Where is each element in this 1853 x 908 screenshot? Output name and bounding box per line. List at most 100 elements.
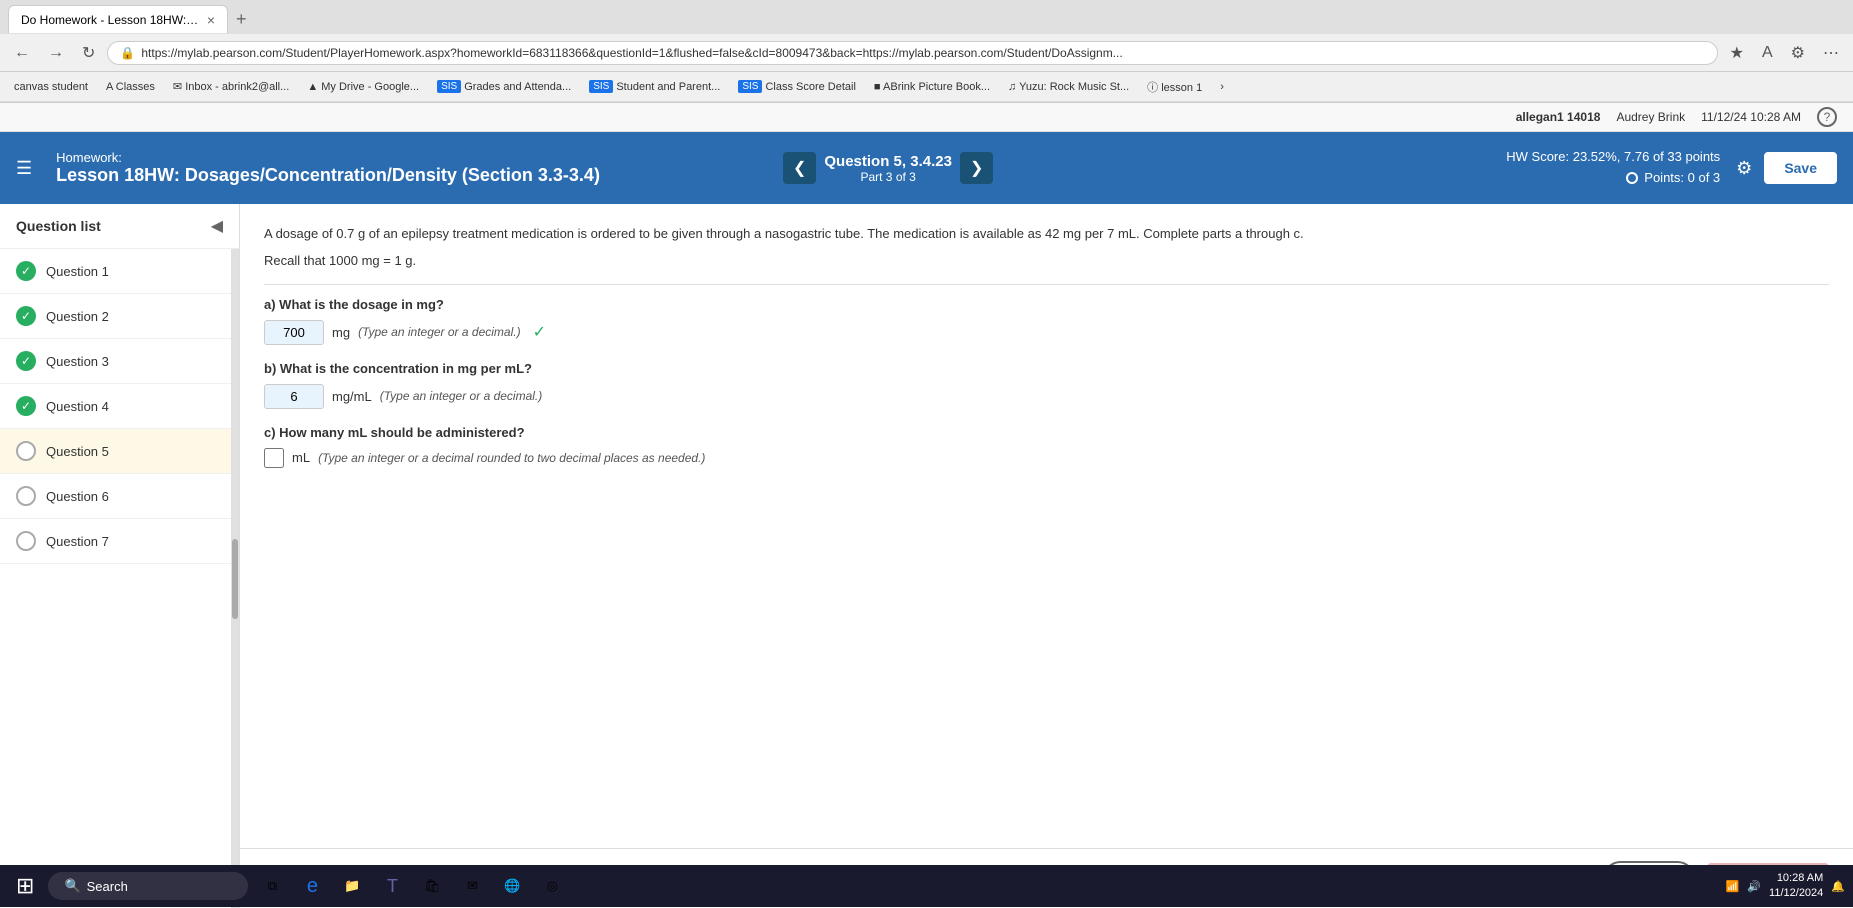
search-icon: 🔍 [64,878,80,894]
settings-btn[interactable]: ⚙ [1736,158,1752,179]
app-container: allegan1 14018 Audrey Brink 11/12/24 10:… [0,103,1853,908]
lock-icon: 🔒 [120,46,135,60]
sidebar-item-q1[interactable]: ✓ Question 1 [0,249,231,294]
profile-btn[interactable]: A [1756,42,1779,64]
prev-question-btn[interactable]: ❮ [783,152,816,184]
bookmark-grades[interactable]: SIS Grades and Attenda... [431,78,577,95]
recall-text: Recall that 1000 mg = 1 g. [264,253,1829,268]
q6-status-icon [16,486,36,506]
hw-label: Homework: [56,150,767,165]
taskbar-search[interactable]: 🔍 Search [48,872,248,900]
bookmark-picture[interactable]: ■ ABrink Picture Book... [868,79,996,95]
part-a-input[interactable] [264,320,324,345]
url-text: https://mylab.pearson.com/Student/Player… [141,46,1704,60]
teams-icon[interactable]: T [374,868,410,904]
tab-label: Do Homework - Lesson 18HW: D... [21,13,201,27]
q3-label: Question 3 [46,354,109,369]
q7-status-icon [16,531,36,551]
part-a-unit: mg [332,325,350,340]
bookmark-canvas[interactable]: canvas student [8,79,94,95]
sidebar-list: ✓ Question 1 ✓ Question 2 ✓ Question 3 ✓… [0,249,231,908]
part-b-unit: mg/mL [332,389,372,404]
part-b-label: b) What is the concentration in mg per m… [264,361,1829,376]
tab-close-btn[interactable]: × [207,12,215,28]
user-name: Audrey Brink [1616,110,1685,124]
q4-status-icon: ✓ [16,396,36,416]
q6-label: Question 6 [46,489,109,504]
question-text: A dosage of 0.7 g of an epilepsy treatme… [264,224,1829,245]
sidebar-item-q5[interactable]: Question 5 [0,429,231,474]
bookmark-class-score[interactable]: SIS Class Score Detail [732,78,862,95]
extensions-btn[interactable]: ⚙ [1785,41,1811,65]
bookmark-lesson[interactable]: ⓘ lesson 1 [1141,77,1208,97]
chrome-icon[interactable]: ◎ [534,868,570,904]
bookmark-student[interactable]: SIS Student and Parent... [583,78,726,95]
sidebar-header: Question list ◀ [0,204,239,249]
part-a-check: ✓ [533,322,546,342]
bookmark-classes[interactable]: A Classes [100,79,161,95]
sidebar-title: Question list [16,218,101,234]
question-part: Part 3 of 3 [824,170,952,184]
mail-icon[interactable]: ✉ [454,868,490,904]
expand-bookmarks[interactable]: › [1214,79,1230,95]
new-tab-btn[interactable]: + [236,9,247,30]
sidebar-item-q7[interactable]: Question 7 [0,519,231,564]
notification-icon[interactable]: 🔔 [1831,880,1845,893]
sidebar-item-q4[interactable]: ✓ Question 4 [0,384,231,429]
hamburger-icon[interactable]: ☰ [16,158,32,179]
sidebar-item-q6[interactable]: Question 6 [0,474,231,519]
explorer-icon[interactable]: 📁 [334,868,370,904]
menu-btn[interactable]: ⋯ [1817,41,1845,65]
back-btn[interactable]: ← [8,42,36,64]
bookmark-drive[interactable]: ▲ My Drive - Google... [301,79,425,95]
taskbar-icons: ⧉ e 📁 T 🛍 ✉ 🌐 ◎ [254,868,570,904]
part-a-label: a) What is the dosage in mg? [264,297,1829,312]
part-b-row: mg/mL (Type an integer or a decimal.) [264,384,1829,409]
content-wrapper: A dosage of 0.7 g of an epilepsy treatme… [240,204,1853,908]
account-label: allegan1 14018 [1516,110,1601,124]
sidebar-collapse-btn[interactable]: ◀ [211,216,223,236]
store-icon[interactable]: 🛍 [414,868,450,904]
question-divider [264,284,1829,285]
date-text: 11/12/2024 [1769,886,1823,901]
task-view-btn[interactable]: ⧉ [254,868,290,904]
part-c-checkbox[interactable] [264,448,284,468]
part-b-input[interactable] [264,384,324,409]
wifi-icon: 📶 [1726,880,1740,893]
taskbar-right: 📶 🔊 10:28 AM 11/12/2024 🔔 [1726,871,1845,902]
time-display: 10:28 AM 11/12/2024 [1769,871,1823,902]
sidebar-item-q3[interactable]: ✓ Question 3 [0,339,231,384]
tab-bar: Do Homework - Lesson 18HW: D... × + [0,0,1853,34]
edge-icon[interactable]: e [294,868,330,904]
question-area: A dosage of 0.7 g of an epilepsy treatme… [240,204,1853,848]
q2-status-icon: ✓ [16,306,36,326]
help-icon[interactable]: ? [1817,107,1837,127]
globe-icon[interactable]: 🌐 [494,868,530,904]
sidebar-scrollbar[interactable] [231,249,239,908]
header-title: Homework: Lesson 18HW: Dosages/Concentra… [56,150,767,186]
active-tab[interactable]: Do Homework - Lesson 18HW: D... × [8,5,228,33]
points-radio [1626,172,1638,184]
refresh-btn[interactable]: ↻ [76,41,101,65]
main-content: Question list ◀ ✓ Question 1 ✓ Question … [0,204,1853,908]
bookmark-inbox[interactable]: ✉ Inbox - abrink2@all... [167,78,295,95]
search-text: Search [87,879,128,894]
sidebar: Question list ◀ ✓ Question 1 ✓ Question … [0,204,240,908]
hw-score-text: HW Score: 23.52%, 7.76 of 33 points [1009,147,1720,168]
forward-btn[interactable]: → [42,42,70,64]
start-btn[interactable]: ⊞ [8,869,42,903]
address-bar[interactable]: 🔒 https://mylab.pearson.com/Student/Play… [107,41,1717,65]
q2-label: Question 2 [46,309,109,324]
favorites-btn[interactable]: ★ [1724,41,1750,65]
next-question-btn[interactable]: ❯ [960,152,993,184]
part-c-hint: (Type an integer or a decimal rounded to… [318,451,705,465]
save-btn[interactable]: Save [1764,152,1837,184]
bookmarks-bar: canvas student A Classes ✉ Inbox - abrin… [0,72,1853,102]
q4-label: Question 4 [46,399,109,414]
q1-status-icon: ✓ [16,261,36,281]
header-score: HW Score: 23.52%, 7.76 of 33 points Poin… [1009,147,1720,189]
part-b-hint: (Type an integer or a decimal.) [380,389,543,403]
bookmark-yuzu[interactable]: ♫ Yuzu: Rock Music St... [1002,79,1135,95]
sidebar-item-q2[interactable]: ✓ Question 2 [0,294,231,339]
taskbar: ⊞ 🔍 Search ⧉ e 📁 T 🛍 ✉ 🌐 ◎ 📶 🔊 10:28 AM … [0,865,1853,907]
